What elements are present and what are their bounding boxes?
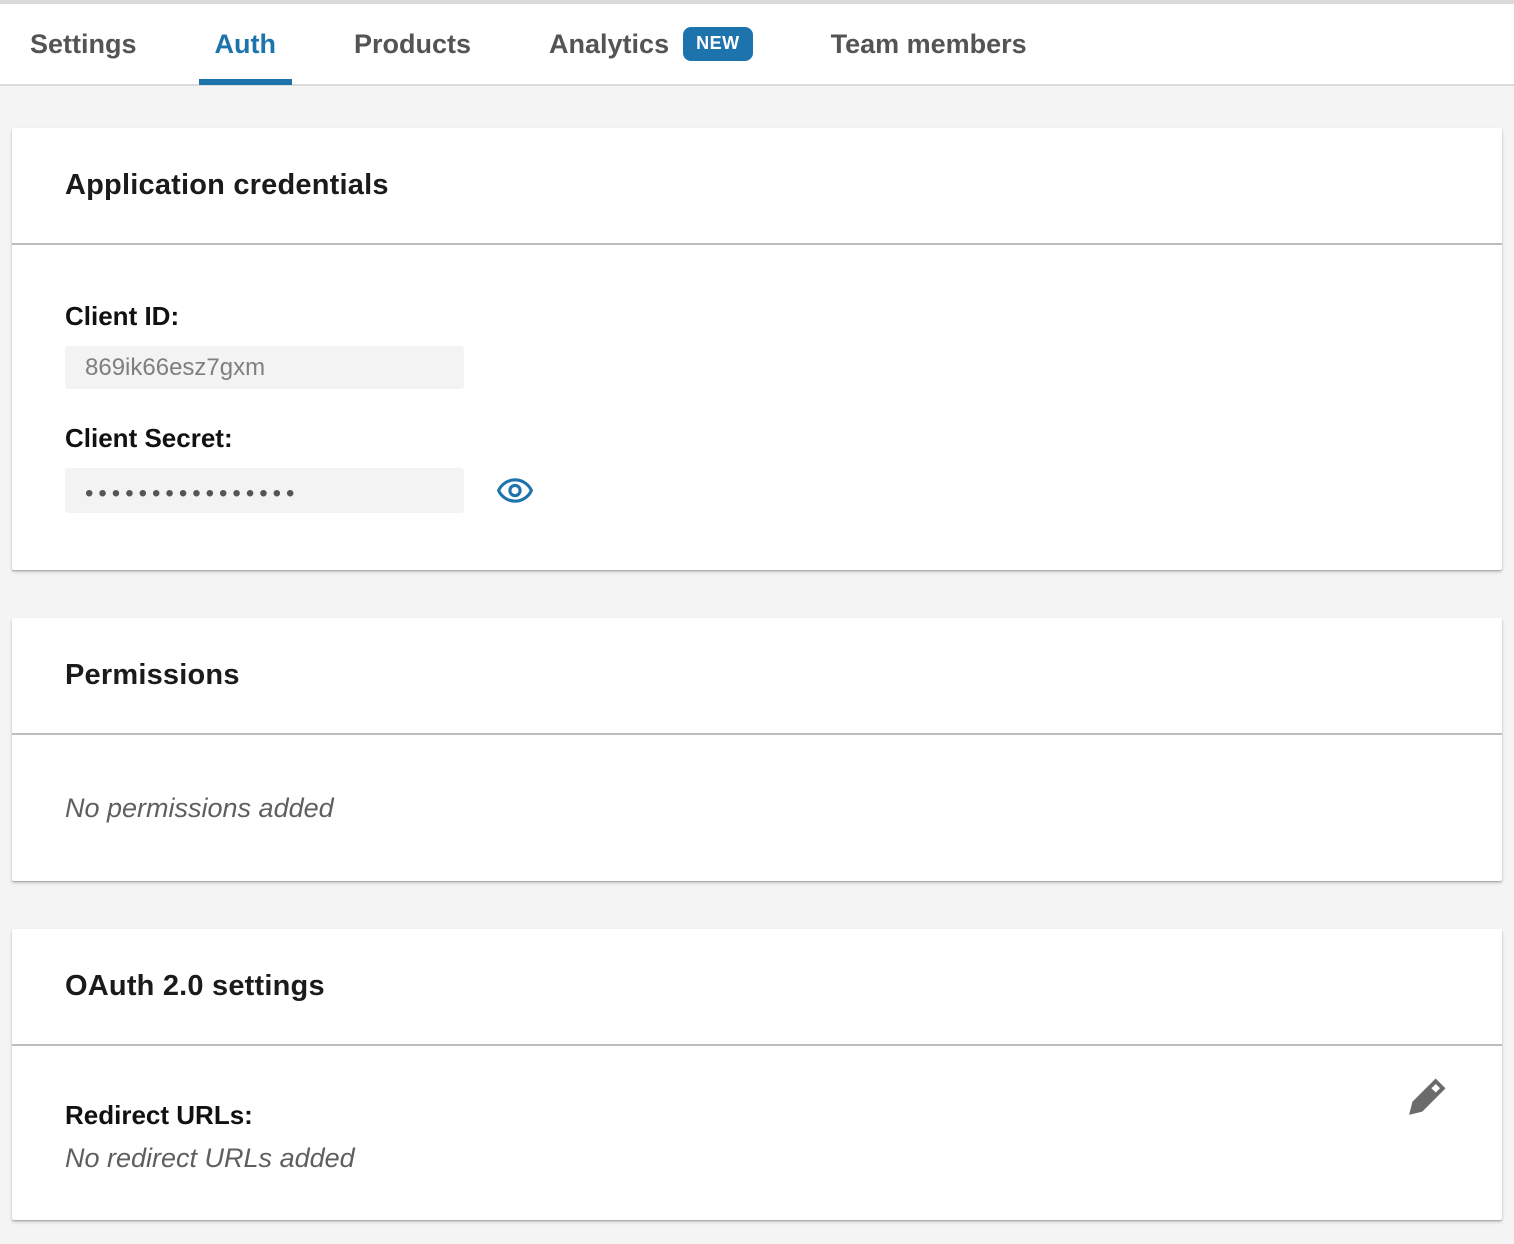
permissions-empty-state: No permissions added bbox=[65, 793, 334, 824]
eye-icon bbox=[496, 477, 534, 504]
tab-analytics-label: Analytics bbox=[549, 29, 669, 60]
oauth-settings-title: OAuth 2.0 settings bbox=[65, 970, 325, 1003]
edit-redirect-urls-button[interactable] bbox=[1398, 1072, 1452, 1126]
application-credentials-card: Application credentials Client ID: 869ik… bbox=[12, 128, 1502, 570]
oauth-settings-card: OAuth 2.0 settings Redirect URLs: No red… bbox=[12, 929, 1502, 1220]
pencil-icon bbox=[1398, 1072, 1452, 1126]
permissions-header: Permissions bbox=[12, 618, 1502, 735]
oauth-settings-header: OAuth 2.0 settings bbox=[12, 929, 1502, 1046]
permissions-card: Permissions No permissions added bbox=[12, 618, 1502, 881]
oauth-settings-body: Redirect URLs: No redirect URLs added bbox=[12, 1046, 1502, 1220]
tab-settings-label: Settings bbox=[30, 29, 137, 60]
tab-bar: Settings Auth Products Analytics NEW Tea… bbox=[0, 0, 1514, 86]
redirect-urls-label: Redirect URLs: bbox=[65, 1100, 1449, 1131]
tab-products-label: Products bbox=[354, 29, 471, 60]
application-credentials-header: Application credentials bbox=[12, 128, 1502, 245]
tab-auth[interactable]: Auth bbox=[199, 4, 292, 84]
permissions-title: Permissions bbox=[65, 659, 240, 692]
tab-auth-label: Auth bbox=[215, 29, 276, 60]
tab-products[interactable]: Products bbox=[338, 4, 487, 84]
tab-settings[interactable]: Settings bbox=[14, 4, 153, 84]
redirect-urls-empty-state: No redirect URLs added bbox=[65, 1143, 355, 1173]
tab-analytics[interactable]: Analytics NEW bbox=[533, 4, 769, 84]
client-secret-label: Client Secret: bbox=[65, 423, 1449, 454]
auth-tab-content: Application credentials Client ID: 869ik… bbox=[0, 86, 1514, 1230]
application-credentials-title: Application credentials bbox=[65, 169, 389, 202]
client-secret-row: •••••••••••••••• bbox=[65, 468, 1449, 513]
tab-team-members-label: Team members bbox=[831, 29, 1027, 60]
application-credentials-body: Client ID: 869ik66esz7gxm Client Secret:… bbox=[12, 245, 1502, 570]
new-badge: NEW bbox=[683, 27, 753, 61]
tab-team-members[interactable]: Team members bbox=[815, 4, 1043, 84]
reveal-secret-button[interactable] bbox=[496, 477, 534, 504]
client-id-label: Client ID: bbox=[65, 301, 1449, 332]
client-secret-value: •••••••••••••••• bbox=[65, 468, 464, 513]
permissions-body: No permissions added bbox=[12, 735, 1502, 881]
client-id-value: 869ik66esz7gxm bbox=[65, 346, 464, 389]
